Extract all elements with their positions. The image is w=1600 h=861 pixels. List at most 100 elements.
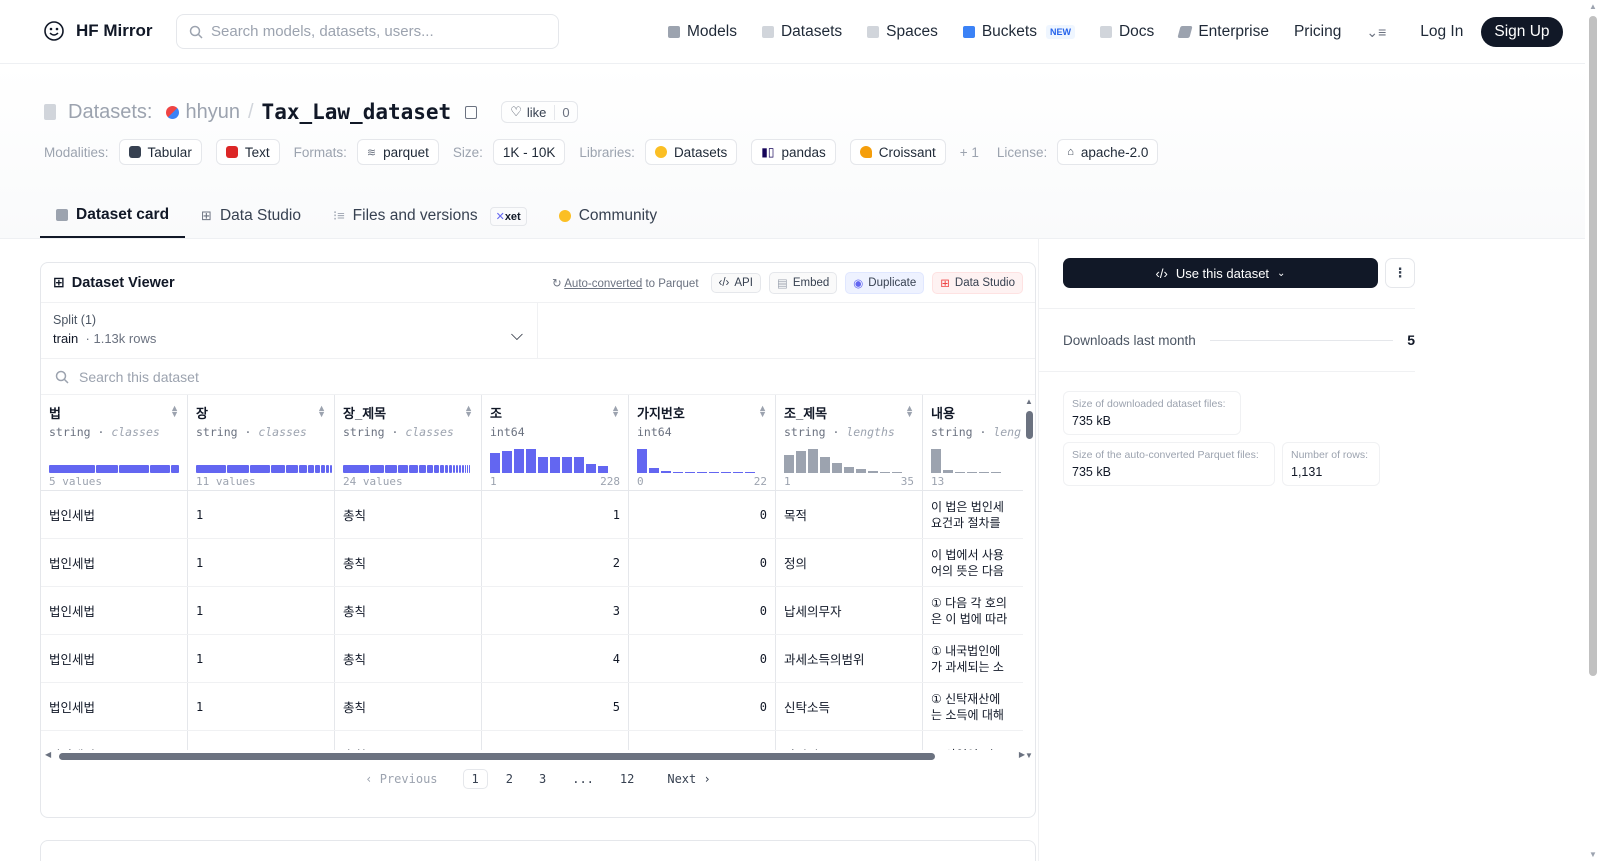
table-cell[interactable]: 1 (188, 635, 335, 682)
scroll-right-icon[interactable]: ▶ (1019, 750, 1025, 759)
table-cell[interactable]: 정의 (776, 539, 923, 586)
scroll-thumb[interactable] (1589, 16, 1597, 676)
page-3[interactable]: 3 (531, 770, 554, 788)
table-cell[interactable]: 1 (188, 683, 335, 730)
table-cell[interactable]: 법인세법 (41, 683, 188, 730)
repo-name[interactable]: Tax_Law_dataset (262, 100, 452, 124)
table-row[interactable]: 법인세법 1 총칙 2 0 정의 이 법에서 사용 어의 뜻은 다음 (41, 539, 1023, 587)
table-cell[interactable]: 0 (629, 587, 776, 634)
table-cell[interactable]: 총칙 (335, 683, 482, 730)
like-button[interactable]: ♡ like 0 (501, 101, 578, 123)
tag-parquet[interactable]: ≋ parquet (356, 139, 439, 165)
page-scrollbar[interactable]: ▲ ▼ (1585, 0, 1600, 861)
more-options-button[interactable]: ⋮ (1385, 258, 1415, 288)
nav-spaces[interactable]: Spaces (867, 23, 938, 41)
global-search-input[interactable] (211, 23, 531, 40)
autoconverted-link[interactable]: Auto-converted (564, 278, 642, 290)
sort-icon[interactable]: ▲ ▼ (464, 404, 473, 419)
login-link[interactable]: Log In (1420, 23, 1463, 41)
table-cell[interactable]: 1 (482, 491, 629, 538)
table-cell[interactable]: 목적 (776, 491, 923, 538)
sort-icon[interactable]: ▲ ▼ (905, 404, 914, 419)
sort-icon[interactable]: ▲ ▼ (611, 404, 620, 419)
split-selector[interactable]: Split (1) train · 1.13k rows ⌵ (41, 303, 538, 358)
scroll-down-icon[interactable]: ▼ (1025, 751, 1033, 760)
table-cell[interactable]: ① 다음 각 호의 은 이 법에 따라 (923, 587, 1023, 634)
column-header[interactable]: 조_제목 string · lengths ▲ ▼ 1 35 (776, 395, 923, 490)
table-cell[interactable]: ① 신탁재산에 는 소득에 대해 (923, 683, 1023, 730)
nav-datasets[interactable]: Datasets (761, 23, 842, 41)
nav-models[interactable]: Models (668, 23, 737, 41)
more-menu-icon[interactable]: ⌄≡ (1366, 24, 1386, 41)
table-cell[interactable]: 5 (482, 683, 629, 730)
table-vertical-scrollbar[interactable]: ▲ ▼ (1024, 395, 1035, 762)
global-search[interactable] (176, 14, 559, 49)
scroll-left-icon[interactable]: ◀ (45, 750, 51, 759)
table-row[interactable]: 법인세법 1 총칙 3 0 납세의무자 ① 다음 각 호의 은 이 법에 따라 (41, 587, 1023, 635)
next-page[interactable]: Next › (659, 770, 718, 788)
previous-page[interactable]: ‹ Previous (357, 770, 445, 788)
table-cell[interactable]: 2 (482, 539, 629, 586)
table-cell[interactable]: 총칙 (335, 539, 482, 586)
table-cell[interactable]: 총칙 (335, 635, 482, 682)
table-cell[interactable]: 0 (629, 683, 776, 730)
table-cell[interactable]: 1 (188, 539, 335, 586)
table-cell[interactable]: 이 법은 법인세 요건과 절차를 (923, 491, 1023, 538)
nav-pricing[interactable]: Pricing (1294, 23, 1341, 41)
table-row[interactable]: 법인세법 1 총칙 5 0 신탁소득 ① 신탁재산에 는 소득에 대해 (41, 683, 1023, 731)
nav-buckets[interactable]: Buckets NEW (962, 23, 1075, 41)
brand[interactable]: HF Mirror (42, 19, 153, 43)
table-cell[interactable]: 3 (482, 587, 629, 634)
column-header[interactable]: 내용 string · leng 13 (923, 395, 1023, 490)
column-header[interactable]: 가지번호 int64 ▲ ▼ 0 22 (629, 395, 776, 490)
tab-data-studio[interactable]: ⊞ Data Studio (185, 194, 317, 238)
table-horizontal-scrollbar[interactable]: ◀ ▶ (41, 750, 1025, 762)
copy-icon[interactable] (465, 105, 478, 119)
table-cell[interactable]: 1 (188, 587, 335, 634)
table-cell[interactable]: 납세의무자 (776, 587, 923, 634)
tag-license[interactable]: ⌂ apache-2.0 (1057, 139, 1159, 165)
data-studio-button[interactable]: ⊞ Data Studio (932, 271, 1023, 294)
signup-button[interactable]: Sign Up (1481, 17, 1563, 47)
table-cell[interactable]: 4 (482, 635, 629, 682)
table-cell[interactable]: 법인세법 (41, 635, 188, 682)
api-button[interactable]: ‹/› API (710, 272, 761, 293)
scroll-thumb[interactable] (1026, 411, 1033, 439)
tab-files[interactable]: ⁝≡ Files and versions ✕xet (317, 194, 543, 238)
column-header[interactable]: 장_제목 string · classes ▲ ▼ 24 values (335, 395, 482, 490)
tag-pandas[interactable]: ▮▯ pandas (751, 139, 836, 165)
table-row[interactable]: 법인세법 1 총칙 1 0 목적 이 법은 법인세 요건과 절차를 (41, 491, 1023, 539)
page-12[interactable]: 12 (612, 770, 642, 788)
scroll-down-icon[interactable]: ▼ (1589, 850, 1597, 859)
table-row[interactable]: 법인세법 1 총칙 4 0 과세소득의범위 ① 내국법인에 가 과세되는 소 (41, 635, 1023, 683)
page-1[interactable]: 1 (462, 768, 488, 789)
table-cell[interactable]: ① 내국법인에 가 과세되는 소 (923, 635, 1023, 682)
tab-dataset-card[interactable]: Dataset card (40, 194, 186, 238)
sort-icon[interactable]: ▲ ▼ (170, 404, 179, 419)
table-cell[interactable]: 법인세법 (41, 491, 188, 538)
table-cell[interactable]: 이 법에서 사용 어의 뜻은 다음 (923, 539, 1023, 586)
tag-datasets-lib[interactable]: Datasets (644, 139, 738, 165)
tag-tabular[interactable]: Tabular (118, 139, 202, 165)
embed-button[interactable]: ▤ Embed (768, 271, 838, 294)
tab-community[interactable]: Community (543, 194, 673, 238)
table-cell[interactable]: 신탁소득 (776, 683, 923, 730)
table-cell[interactable]: 1 (188, 491, 335, 538)
page-2[interactable]: 2 (498, 770, 521, 788)
use-this-dataset-button[interactable]: ‹/› Use this dataset ⌄ (1063, 258, 1378, 288)
scroll-up-icon[interactable]: ▲ (1025, 397, 1033, 406)
column-header[interactable]: 조 int64 ▲ ▼ 1 228 (482, 395, 629, 490)
dataset-search-input[interactable] (79, 368, 479, 385)
table-cell[interactable]: 0 (629, 539, 776, 586)
column-header[interactable]: 장 string · classes ▲ ▼ 11 values (188, 395, 335, 490)
sort-icon[interactable]: ▲ ▼ (317, 404, 326, 419)
table-cell[interactable]: 과세소득의범위 (776, 635, 923, 682)
nav-enterprise[interactable]: Enterprise (1177, 23, 1269, 41)
table-cell[interactable]: 0 (629, 491, 776, 538)
table-cell[interactable]: 0 (629, 635, 776, 682)
table-cell[interactable]: 총칙 (335, 491, 482, 538)
tag-croissant[interactable]: Croissant (849, 139, 946, 165)
table-cell[interactable]: 법인세법 (41, 539, 188, 586)
scroll-thumb[interactable] (59, 753, 935, 760)
tag-size[interactable]: 1K - 10K (492, 139, 566, 165)
